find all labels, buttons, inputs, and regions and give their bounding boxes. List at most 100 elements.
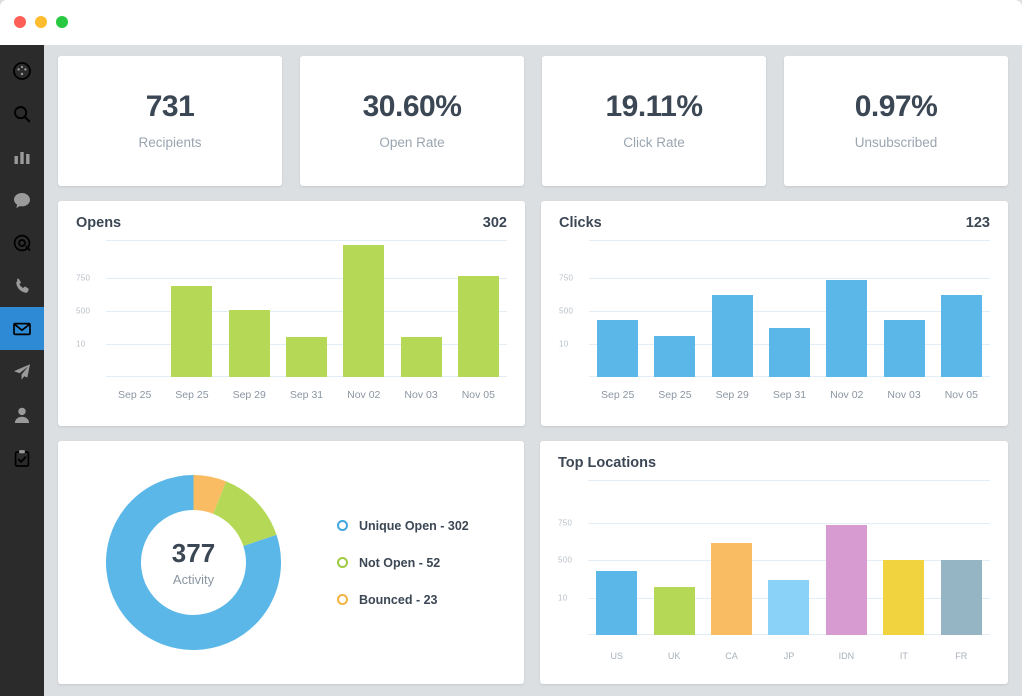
sidebar-item-send[interactable]: [0, 350, 44, 393]
search-icon: [13, 105, 31, 123]
sidebar-item-calls[interactable]: [0, 264, 44, 307]
x-axis-tick: Sep 31: [278, 389, 335, 401]
window-titlebar: [0, 0, 1022, 45]
legend-item[interactable]: Unique Open - 302: [337, 519, 469, 533]
legend-marker-icon: [337, 594, 348, 605]
x-axis-tick: Nov 03: [875, 389, 932, 401]
kpi-card-row: 731Recipients30.60%Open Rate19.11%Click …: [58, 56, 1008, 186]
minimize-window-button[interactable]: [35, 16, 47, 28]
bar[interactable]: [769, 328, 810, 377]
kpi-card-recipients: 731 Recipients: [58, 56, 282, 186]
plot-area: [588, 480, 990, 635]
activity-donut-card: 377 Activity Unique Open - 302 Not Open -…: [58, 441, 524, 684]
bar[interactable]: [458, 276, 499, 377]
bar-slot: [221, 240, 278, 377]
plot-area: [106, 240, 507, 377]
bar[interactable]: [343, 245, 384, 377]
bar-slot: [875, 480, 932, 635]
x-axis-tick: Sep 25: [106, 389, 163, 401]
x-axis-tick: US: [588, 651, 645, 661]
x-axis-tick: Nov 02: [818, 389, 875, 401]
x-axis-tick: IDN: [818, 651, 875, 661]
bar-slot: [163, 240, 220, 377]
bar[interactable]: [654, 336, 695, 377]
legend-marker-icon: [337, 520, 348, 531]
sidebar-item-tasks[interactable]: [0, 436, 44, 479]
clicks-chart-card: Clicks 123 75050010Sep 25Sep 25Sep 29Sep…: [541, 201, 1008, 426]
maximize-window-button[interactable]: [56, 16, 68, 28]
bar[interactable]: [596, 571, 637, 635]
x-axis-tick: Nov 02: [335, 389, 392, 401]
bar-slot: [933, 240, 990, 377]
bar[interactable]: [711, 543, 752, 635]
legend-marker-icon: [337, 557, 348, 568]
plot-area: [589, 240, 990, 377]
bar[interactable]: [712, 295, 753, 377]
sidebar-item-email[interactable]: [0, 307, 44, 350]
bar-slot: [278, 240, 335, 377]
bar-slot: [645, 480, 702, 635]
y-axis-tick: 10: [559, 340, 569, 349]
x-axis-tick: CA: [703, 651, 760, 661]
y-axis-tick: 500: [559, 307, 573, 316]
y-axis-tick: 500: [558, 556, 572, 565]
bar[interactable]: [768, 580, 809, 635]
y-axis-tick: 750: [558, 519, 572, 528]
bar-slot: [646, 240, 703, 377]
x-axis-labels: Sep 25Sep 25Sep 29Sep 31Nov 02Nov 03Nov …: [106, 389, 507, 401]
x-axis-tick: Sep 29: [704, 389, 761, 401]
bottom-row: 377 Activity Unique Open - 302 Not Open -…: [58, 441, 1008, 684]
donut-legend: Unique Open - 302 Not Open - 52 Bounced - …: [337, 519, 469, 607]
y-axis-tick: 500: [76, 307, 90, 316]
legend-item[interactable]: Bounced - 23: [337, 593, 469, 607]
x-axis-tick: IT: [875, 651, 932, 661]
bar[interactable]: [883, 560, 924, 635]
y-axis-tick: 750: [559, 274, 573, 283]
kpi-value: 731: [146, 92, 195, 122]
sidebar-item-analytics[interactable]: [0, 135, 44, 178]
bar-slot: [760, 480, 817, 635]
bar[interactable]: [401, 337, 442, 377]
bar-slot: [703, 480, 760, 635]
bar[interactable]: [941, 295, 982, 377]
clicks-chart-title: Clicks: [559, 215, 602, 231]
bar[interactable]: [286, 337, 327, 377]
sidebar-item-search[interactable]: [0, 92, 44, 135]
bar[interactable]: [171, 286, 212, 377]
chart-row: Opens 302 75050010Sep 25Sep 25Sep 29Sep …: [58, 201, 1008, 426]
donut-total-label: Activity: [173, 572, 214, 587]
bar[interactable]: [884, 320, 925, 377]
sidebar-item-dashboard[interactable]: [0, 49, 44, 92]
bar[interactable]: [826, 280, 867, 377]
legend-item[interactable]: Not Open - 52: [337, 556, 469, 570]
y-axis-tick: 10: [76, 340, 86, 349]
x-axis-labels: Sep 25Sep 25Sep 29Sep 31Nov 02Nov 03Nov …: [589, 389, 990, 401]
kpi-label: Recipients: [138, 135, 201, 150]
donut-total-value: 377: [172, 538, 215, 569]
x-axis-tick: UK: [645, 651, 702, 661]
x-axis-tick: JP: [760, 651, 817, 661]
sidebar-item-mentions[interactable]: [0, 221, 44, 264]
bar[interactable]: [597, 320, 638, 377]
bar-slot: [589, 240, 646, 377]
bar[interactable]: [941, 560, 982, 635]
top-locations-title: Top Locations: [558, 455, 990, 480]
user-icon: [13, 406, 31, 424]
kpi-value: 30.60%: [363, 92, 462, 122]
bar[interactable]: [826, 525, 867, 635]
sidebar-item-messages[interactable]: [0, 178, 44, 221]
bar-group: [589, 240, 990, 377]
bar-slot: [875, 240, 932, 377]
window-controls: [14, 16, 68, 28]
bar-slot: [818, 240, 875, 377]
opens-chart-header: Opens 302: [76, 215, 507, 240]
x-axis-tick: Sep 25: [163, 389, 220, 401]
opens-chart-title: Opens: [76, 215, 121, 231]
x-axis-tick: Sep 25: [646, 389, 703, 401]
main-content: 731Recipients30.60%Open Rate19.11%Click …: [44, 45, 1022, 696]
bar[interactable]: [229, 310, 270, 377]
sidebar-item-contacts[interactable]: [0, 393, 44, 436]
kpi-value: 0.97%: [855, 92, 938, 122]
bar[interactable]: [654, 587, 695, 635]
close-window-button[interactable]: [14, 16, 26, 28]
